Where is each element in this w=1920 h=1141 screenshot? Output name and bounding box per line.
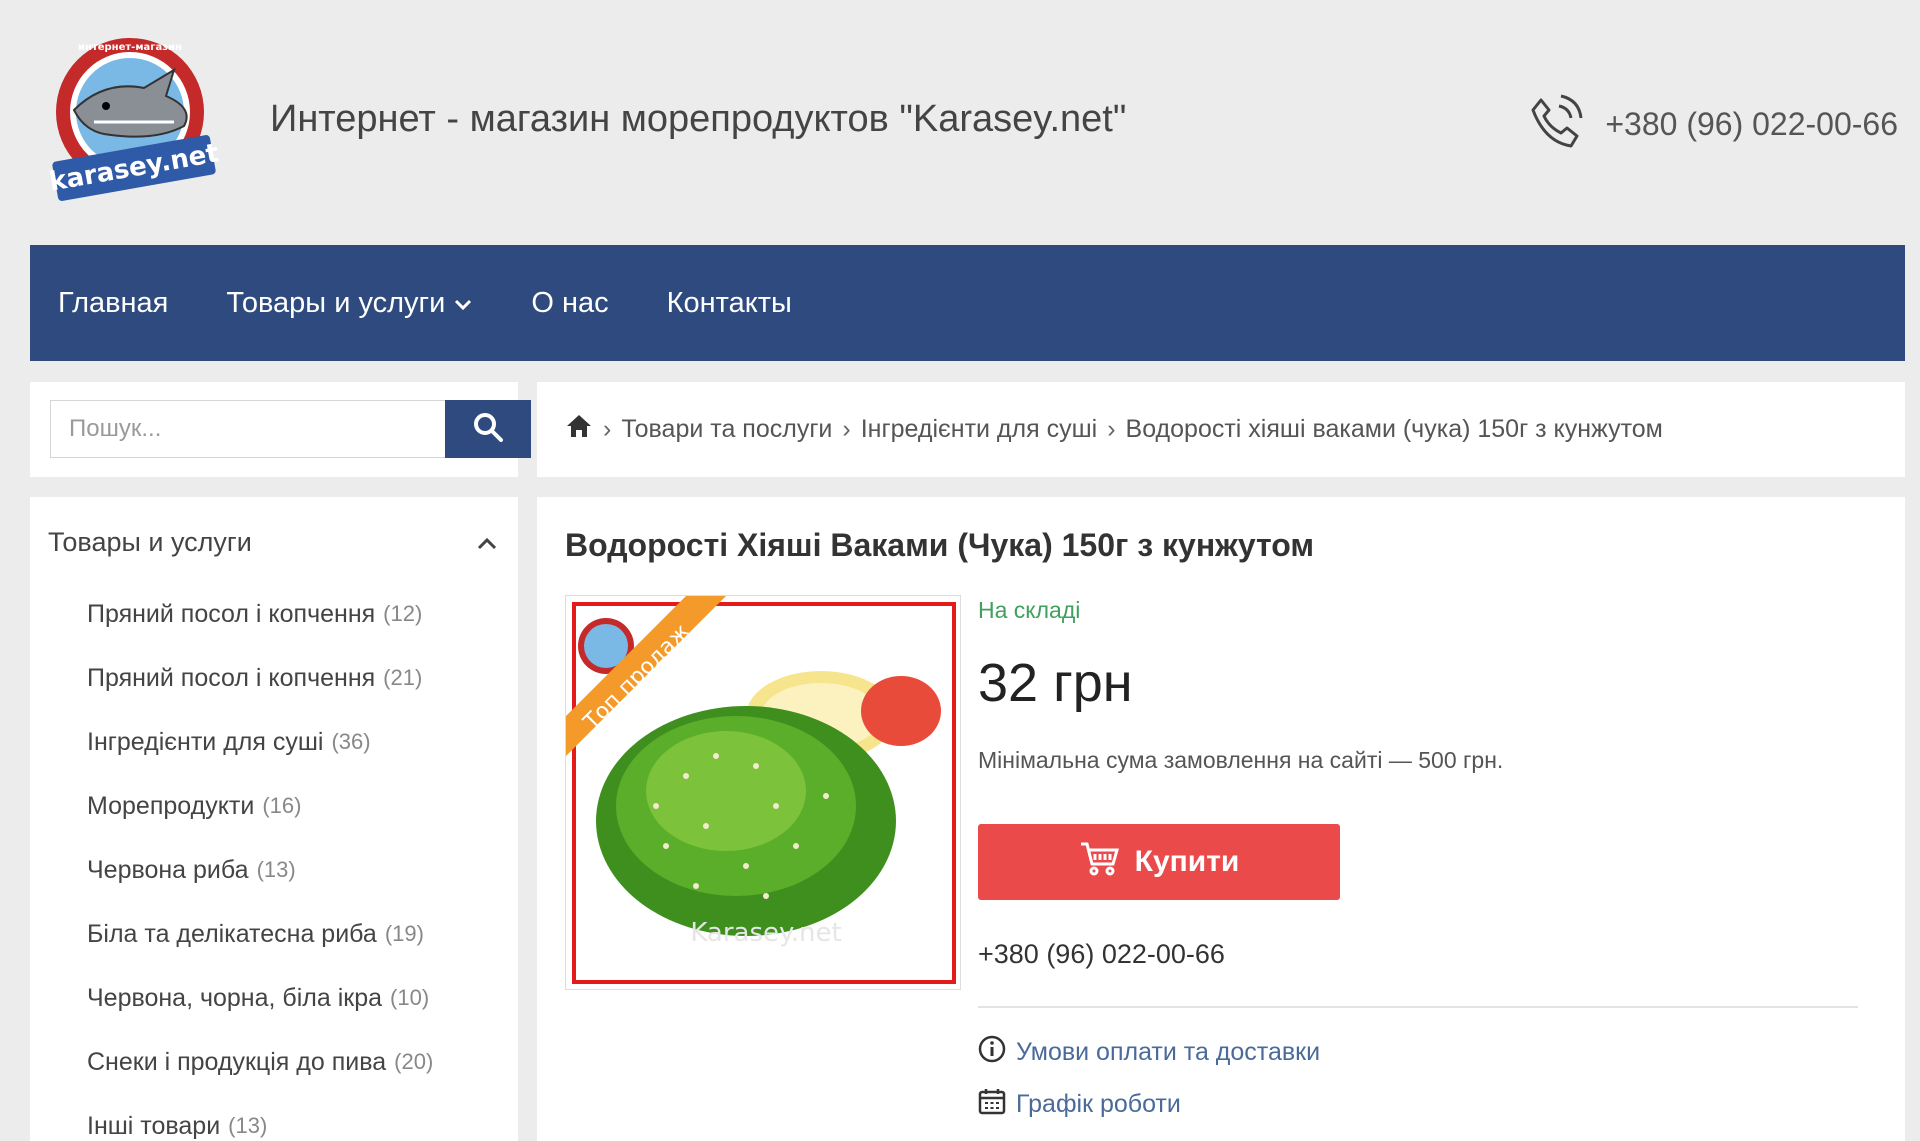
header-phone[interactable]: +380 (96) 022-00-66: [1525, 92, 1898, 157]
category-item[interactable]: Червона, чорна, біла ікра (10): [87, 966, 433, 1030]
site-title: Интернет - магазин морепродуктов "Karase…: [270, 98, 1127, 140]
category-sidebar: Товары и услуги Пряний посол і копчення(…: [30, 497, 518, 1141]
info-icon: [978, 1035, 1006, 1070]
calendar-icon: [978, 1087, 1006, 1122]
category-count: (16): [262, 793, 302, 818]
nav-item-home[interactable]: Главная: [58, 287, 168, 320]
category-count: (10): [390, 985, 430, 1010]
category-item[interactable]: Морепродукти (16): [87, 774, 433, 838]
nav-item-products[interactable]: Товары и услуги: [226, 287, 473, 320]
category-item[interactable]: Снеки і продукція до пива (20): [87, 1030, 433, 1094]
breadcrumb-item[interactable]: Товари та послуги: [621, 415, 832, 444]
category-count: (13): [256, 857, 296, 882]
category-count: (12): [383, 601, 423, 626]
search-icon: [472, 411, 504, 448]
search-button[interactable]: [445, 400, 531, 458]
category-count: (36): [331, 729, 371, 754]
image-watermark: Karasey.net: [690, 918, 841, 948]
category-count: (21): [383, 665, 423, 690]
logo-arc-text: интернет-магазин: [78, 42, 182, 53]
breadcrumb-separator: ›: [1107, 415, 1116, 443]
chevron-up-icon[interactable]: [476, 527, 498, 558]
breadcrumb-separator: ›: [842, 415, 851, 443]
category-item[interactable]: Пряний посол і копчення (21): [87, 646, 433, 710]
site-logo[interactable]: karasey.net интернет-магазин: [34, 30, 234, 205]
category-list: Пряний посол і копчення (12) Пряний посол…: [87, 582, 433, 1141]
breadcrumb: › Товари та послуги › Інгредієнти для су…: [537, 382, 1905, 477]
home-icon[interactable]: [565, 413, 593, 446]
phone-icon: [1525, 92, 1585, 157]
work-schedule-link[interactable]: Графік роботи: [978, 1087, 1181, 1122]
nav-item-contacts[interactable]: Контакты: [667, 287, 792, 320]
category-heading[interactable]: Товары и услуги: [48, 527, 498, 558]
payment-delivery-link[interactable]: Умови оплати та доставки: [978, 1035, 1320, 1070]
category-count: (20): [394, 1049, 434, 1074]
divider: [978, 1006, 1858, 1008]
site-header: karasey.net интернет-магазин Интернет - …: [0, 0, 1920, 245]
search-panel: [30, 382, 531, 477]
search-input[interactable]: [50, 400, 448, 458]
product-phone[interactable]: +380 (96) 022-00-66: [978, 939, 1225, 970]
breadcrumb-separator: ›: [603, 415, 612, 443]
nav-item-about[interactable]: О нас: [531, 287, 608, 320]
header-phone-number[interactable]: +380 (96) 022-00-66: [1605, 106, 1898, 143]
category-item[interactable]: Біла та делікатесна риба (19): [87, 902, 433, 966]
category-count: (13): [228, 1113, 268, 1138]
category-item[interactable]: Інгредієнти для суші (36): [87, 710, 433, 774]
breadcrumb-current: Водорості хіяші ваками (чука) 150г з кун…: [1125, 415, 1663, 443]
chevron-down-icon: [453, 287, 473, 320]
category-item[interactable]: Пряний посол і копчення (12): [87, 582, 433, 646]
product-image[interactable]: Karasey.net Топ продаж: [565, 595, 961, 990]
buy-button-label: Купити: [1134, 845, 1240, 878]
breadcrumb-item[interactable]: Інгредієнти для суші: [861, 415, 1097, 444]
product-title: Водорості Хіяші Ваками (Чука) 150г з кун…: [565, 527, 1315, 563]
stock-status: На складі: [978, 597, 1081, 623]
category-item[interactable]: Червона риба (13): [87, 838, 433, 902]
main-nav: Главная Товары и услуги О нас Контакты: [30, 245, 1905, 361]
buy-button[interactable]: Купити: [978, 824, 1340, 900]
min-order-note: Мінімальна сума замовлення на сайті — 50…: [978, 747, 1504, 773]
category-item[interactable]: Інші товари (13): [87, 1094, 433, 1141]
category-count: (19): [384, 921, 424, 946]
cart-icon: [1079, 840, 1121, 884]
product-panel: Водорості Хіяші Ваками (Чука) 150г з кун…: [537, 497, 1905, 1141]
product-price: 32 грн: [978, 653, 1133, 713]
